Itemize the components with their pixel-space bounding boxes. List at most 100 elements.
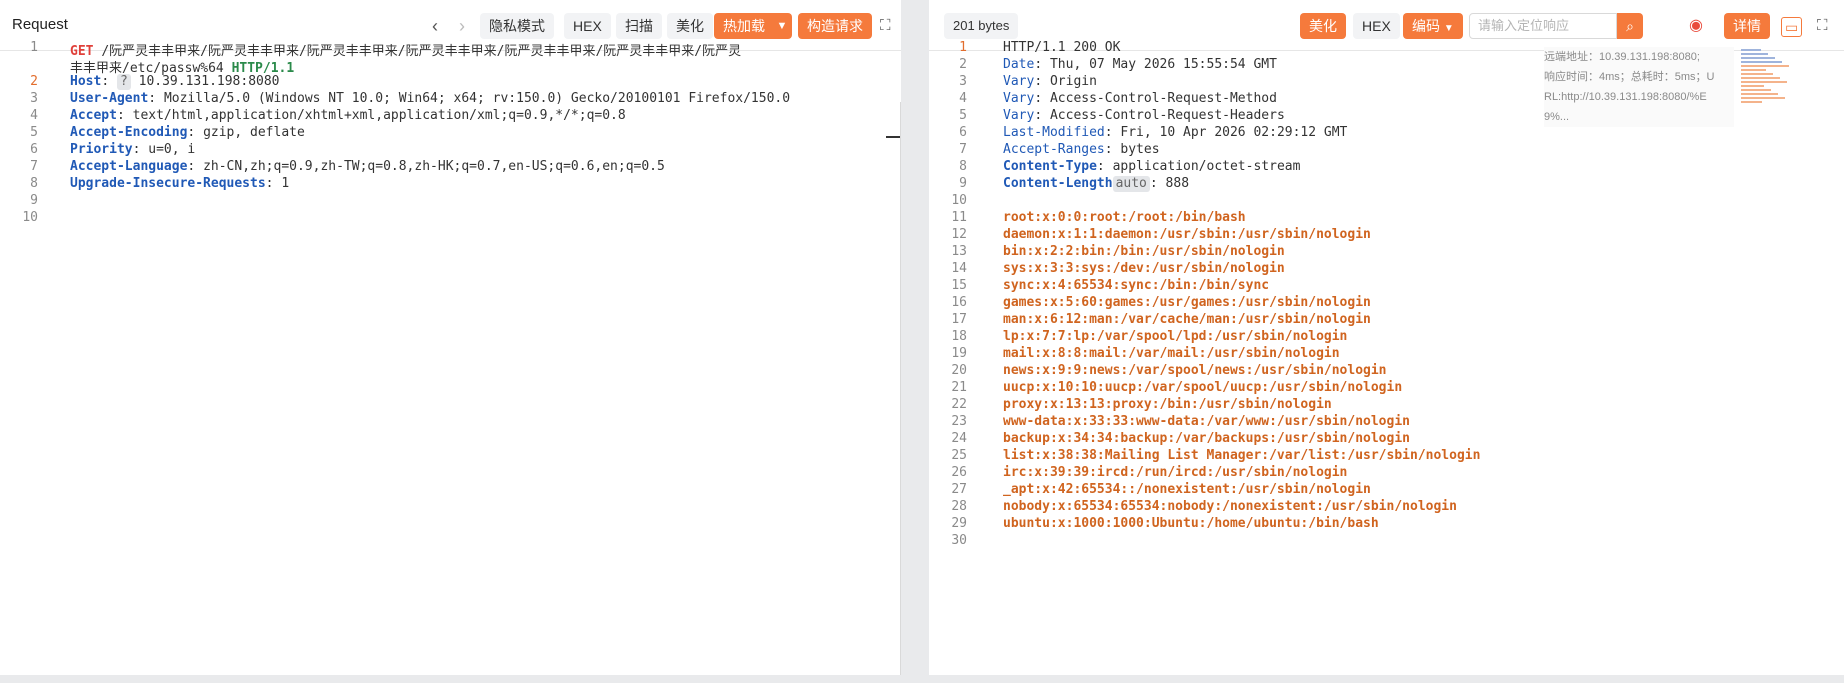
details-button[interactable]: 详情 <box>1724 13 1770 39</box>
code-line: nobody:x:65534:65534:nobody:/nonexistent… <box>1003 499 1457 514</box>
encoding-label: 编码 <box>1412 18 1440 34</box>
code-line: news:x:9:9:news:/var/spool/news:/usr/sbi… <box>1003 363 1387 378</box>
code-line: Content-Type: application/octet-stream <box>1003 159 1300 174</box>
code-line: uucp:x:10:10:uucp:/var/spool/uucp:/usr/s… <box>1003 380 1402 395</box>
minimap-line <box>1741 69 1766 71</box>
header-name: Upgrade-Insecure-Requests <box>70 176 266 191</box>
chevron-left-icon[interactable]: ‹ <box>432 13 438 39</box>
header-tag[interactable]: auto <box>1112 176 1150 192</box>
code-token: : <box>1149 176 1166 191</box>
code-line: games:x:5:60:games:/usr/games:/usr/sbin/… <box>1003 295 1371 310</box>
header-value: 10.39.131.198:8080 <box>138 74 280 89</box>
line-number: 25 <box>951 448 967 463</box>
beautify-button[interactable]: 美化 <box>667 13 713 39</box>
line-number: 20 <box>951 363 967 378</box>
minimap-line <box>1741 73 1773 75</box>
minimap-line <box>1741 101 1762 103</box>
line-number: 12 <box>951 227 967 242</box>
body-line: list:x:38:38:Mailing List Manager:/var/l… <box>1003 448 1481 463</box>
code-line: Accept: text/html,application/xhtml+xml,… <box>70 108 626 123</box>
scroll-marker <box>886 136 901 138</box>
fullscreen-icon[interactable]: ⛶ <box>880 13 891 39</box>
line-number: 3 <box>30 91 38 106</box>
line-number: 17 <box>951 312 967 327</box>
chevron-right-icon[interactable]: › <box>459 13 465 39</box>
header-value: Mozilla/5.0 (Windows NT 10.0; Win64; x64… <box>163 91 791 106</box>
minimap[interactable] <box>1741 47 1803 107</box>
body-line: games:x:5:60:games:/usr/games:/usr/sbin/… <box>1003 295 1371 310</box>
header-name: Vary <box>1003 91 1035 106</box>
code-line: Last-Modified: Fri, 10 Apr 2026 02:29:12… <box>1003 125 1347 140</box>
code-line: root:x:0:0:root:/root:/bin/bash <box>1003 210 1246 225</box>
response-info-box: 远端地址：10.39.131.198:8080; 响应时间：4ms；总耗时：5m… <box>1544 47 1734 127</box>
line-number: 18 <box>951 329 967 344</box>
request-editor[interactable]: 1 2 3 4 5 6 7 8 9 10 GET /阮严灵丰丰甲来/阮严灵丰丰甲来/阮严灵丰丰甲来/… <box>0 40 901 675</box>
editor-scrollbar[interactable] <box>900 102 901 675</box>
code-line: _apt:x:42:65534::/nonexistent:/usr/sbin/… <box>1003 482 1371 497</box>
line-number: 13 <box>951 244 967 259</box>
chrome-icon[interactable]: ◉ <box>1689 13 1703 39</box>
body-line: daemon:x:1:1:daemon:/usr/sbin:/usr/sbin/… <box>1003 227 1371 242</box>
search-input[interactable]: 请输入定位响应 <box>1469 13 1617 39</box>
search-icon[interactable]: ⌕ <box>1617 13 1643 39</box>
minimap-line <box>1741 57 1775 59</box>
code-line: sync:x:4:65534:sync:/bin:/bin/sync <box>1003 278 1269 293</box>
line-number: 1 <box>959 40 967 55</box>
line-number: 21 <box>951 380 967 395</box>
line-number: 10 <box>951 193 967 208</box>
code-line: HTTP/1.1 200 OK <box>1003 40 1120 55</box>
code-line: Accept-Encoding: gzip, deflate <box>70 125 305 140</box>
code-line: lp:x:7:7:lp:/var/spool/lpd:/usr/sbin/nol… <box>1003 329 1347 344</box>
line-number: 16 <box>951 295 967 310</box>
line-number: 26 <box>951 465 967 480</box>
minimap-line <box>1741 77 1780 79</box>
request-panel: Request ‹ › 隐私模式 HEX 扫描 美化 热加载 ▼ 构造请求 ⛶ … <box>0 0 901 675</box>
code-token: : <box>1096 159 1113 174</box>
code-token: : <box>265 176 282 191</box>
header-value: application/octet-stream <box>1112 159 1301 174</box>
header-value: zh-CN,zh;q=0.9,zh-TW;q=0.8,zh-HK;q=0.7,e… <box>203 159 665 174</box>
code-line: Date: Thu, 07 May 2026 15:55:54 GMT <box>1003 57 1277 72</box>
chevron-down-icon[interactable]: ▼ <box>772 13 792 39</box>
line-number: 7 <box>30 159 38 174</box>
header-value: 1 <box>281 176 290 191</box>
header-value: Access-Control-Request-Headers <box>1049 108 1285 123</box>
body-line: proxy:x:13:13:proxy:/bin:/usr/sbin/nolog… <box>1003 397 1332 412</box>
fullscreen-icon[interactable]: ⛶ <box>1817 13 1828 39</box>
code-line: Vary: Access-Control-Request-Method <box>1003 91 1277 106</box>
minimap-line <box>1741 49 1761 51</box>
line-number: 4 <box>959 91 967 106</box>
comment-icon[interactable]: ▭ <box>1781 17 1803 37</box>
response-beautify-button[interactable]: 美化 <box>1300 13 1346 39</box>
minimap-line <box>1741 89 1771 91</box>
hex-button[interactable]: HEX <box>564 13 611 39</box>
line-number: 5 <box>959 108 967 123</box>
scan-button[interactable]: 扫描 <box>616 13 662 39</box>
response-editor[interactable]: 1 2 3 4 5 6 7 8 9 10 11 12 13 14 15 16 17 18 19 20 21 22 23 24 2… <box>929 40 1844 675</box>
header-name: Content-Type <box>1003 159 1097 174</box>
header-tag[interactable]: ? <box>116 74 131 90</box>
hot-reload-button[interactable]: 热加载 <box>714 13 774 39</box>
code-line: User-Agent: Mozilla/5.0 (Windows NT 10.0… <box>70 91 790 106</box>
line-number: 7 <box>959 142 967 157</box>
privacy-mode-button[interactable]: 隐私模式 <box>480 13 554 39</box>
body-line: mail:x:8:8:mail:/var/mail:/usr/sbin/nolo… <box>1003 346 1340 361</box>
build-request-button[interactable]: 构造请求 <box>798 13 872 39</box>
line-number: 6 <box>30 142 38 157</box>
code-token: : <box>1034 57 1050 72</box>
code-line: backup:x:34:34:backup:/var/backups:/usr/… <box>1003 431 1410 446</box>
encoding-dropdown[interactable]: 编码 ▼ <box>1403 13 1463 39</box>
header-name: Accept-Encoding <box>70 125 188 140</box>
response-hex-button[interactable]: HEX <box>1353 13 1400 39</box>
code-token: : <box>101 74 117 89</box>
body-line: ubuntu:x:1000:1000:Ubuntu:/home/ubuntu:/… <box>1003 516 1379 531</box>
body-line: www-data:x:33:33:www-data:/var/www:/usr/… <box>1003 414 1410 429</box>
minimap-line <box>1741 81 1787 83</box>
body-line: _apt:x:42:65534::/nonexistent:/usr/sbin/… <box>1003 482 1371 497</box>
body-line: backup:x:34:34:backup:/var/backups:/usr/… <box>1003 431 1410 446</box>
body-line: sync:x:4:65534:sync:/bin:/bin/sync <box>1003 278 1270 293</box>
line-number: 5 <box>30 125 38 140</box>
line-number: 24 <box>951 431 967 446</box>
body-line: man:x:6:12:man:/var/cache/man:/usr/sbin/… <box>1003 312 1371 327</box>
response-panel: 201 bytes 美化 HEX 编码 ▼ 请输入定位响应 ⌕ ◉ 详情 ▭ ⛶… <box>929 0 1844 675</box>
